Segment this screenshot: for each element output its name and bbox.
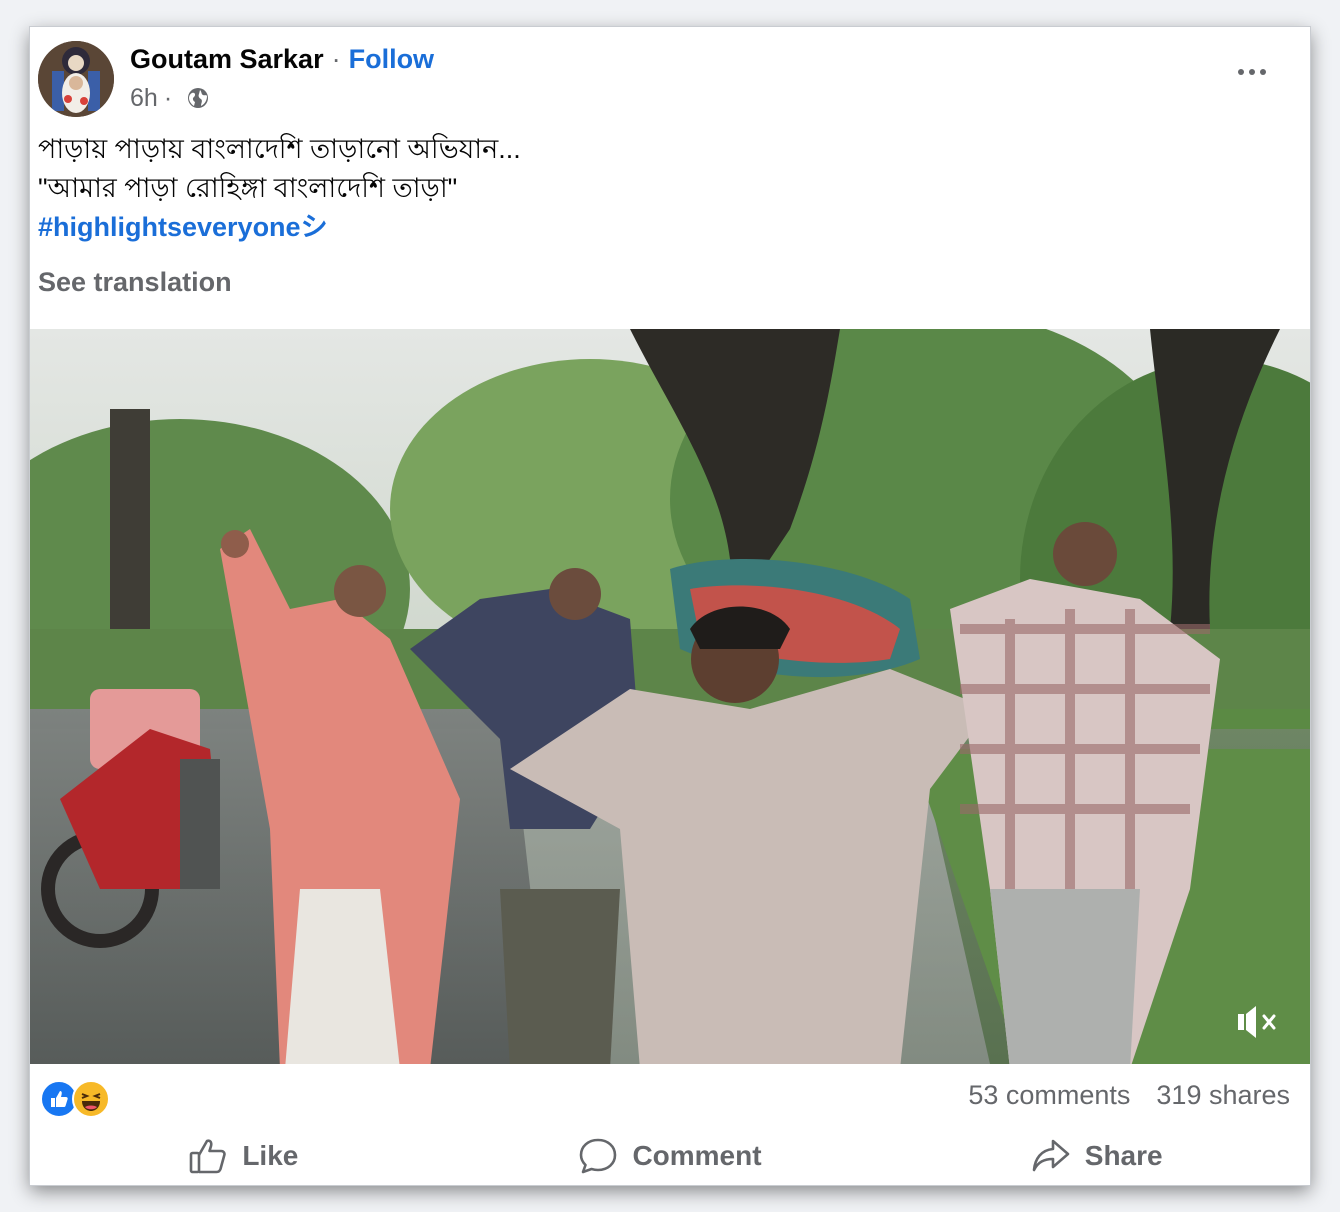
more-options-button[interactable]	[1232, 57, 1272, 87]
post-text: পাড়ায় পাড়ায় বাংলাদেশি তাড়ানো অভিযান…	[38, 130, 521, 247]
author-avatar[interactable]	[38, 41, 114, 117]
thumbs-up-icon	[190, 1139, 227, 1174]
follow-button[interactable]: Follow	[349, 44, 434, 75]
comment-bubble-icon	[580, 1138, 617, 1174]
see-translation-link[interactable]: See translation	[38, 267, 232, 298]
share-button[interactable]: Share	[883, 1136, 1310, 1176]
engagement-counts: 53 comments 319 shares	[968, 1080, 1290, 1111]
video-frame	[30, 329, 1310, 1064]
reaction-summary[interactable]	[40, 1080, 112, 1118]
post-card: Goutam Sarkar · Follow 6h · পাড়ায় পাড়…	[30, 27, 1310, 1185]
mute-toggle-button[interactable]	[1234, 1000, 1282, 1044]
reactions-bar: 53 comments 319 shares	[30, 1064, 1310, 1132]
author-line: Goutam Sarkar · Follow	[130, 41, 434, 77]
avatar-image	[38, 41, 114, 117]
video-player[interactable]	[30, 329, 1310, 1064]
volume-muted-icon	[1238, 1006, 1276, 1038]
comment-label: Comment	[632, 1140, 762, 1171]
like-label: Like	[242, 1140, 299, 1171]
haha-reaction-icon	[72, 1080, 110, 1118]
post-text-line-2: "আমার পাড়া রোহিঙ্গা বাংলাদেশি তাড়া"	[38, 173, 458, 203]
post-actions: Like Comment Share	[30, 1127, 1310, 1185]
comments-count[interactable]: 53 comments	[968, 1080, 1130, 1111]
author-separator: ·	[331, 43, 341, 74]
post-text-line-1: পাড়ায় পাড়ায় বাংলাদেশি তাড়ানো অভিযান…	[38, 134, 521, 164]
author-name[interactable]: Goutam Sarkar	[130, 44, 324, 75]
like-button[interactable]: Like	[30, 1136, 457, 1176]
more-horizontal-icon	[1238, 69, 1244, 75]
hashtag-link[interactable]: #highlightseveryoneシ	[38, 208, 521, 247]
post-meta: 6h ·	[130, 81, 210, 115]
share-arrow-icon	[1032, 1139, 1070, 1172]
share-label: Share	[1084, 1140, 1163, 1171]
globe-icon	[186, 86, 210, 110]
comment-button[interactable]: Comment	[457, 1136, 884, 1176]
shares-count[interactable]: 319 shares	[1156, 1080, 1290, 1111]
meta-separator: ·	[163, 83, 173, 112]
post-time[interactable]: 6h	[130, 84, 158, 113]
